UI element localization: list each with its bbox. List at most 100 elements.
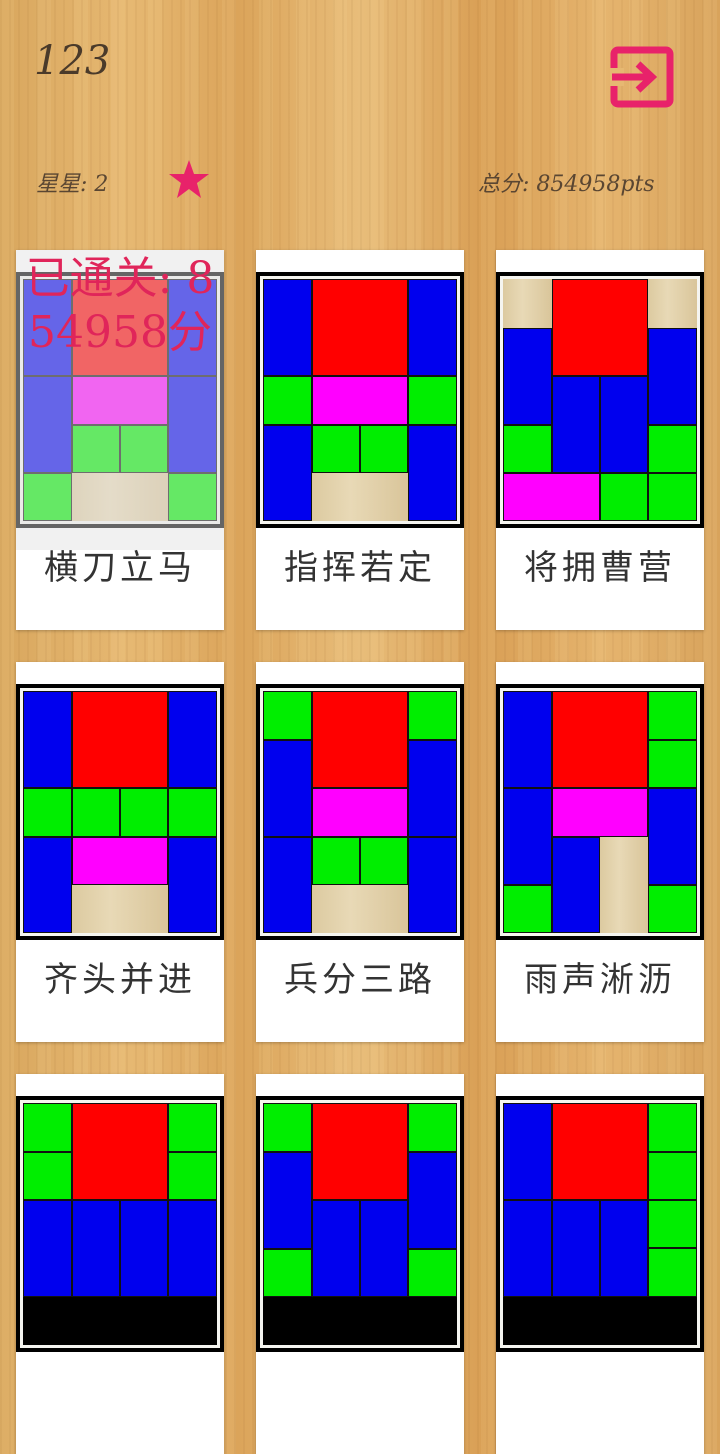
caocao-block (552, 691, 648, 788)
soldier-block (23, 837, 72, 933)
pawn-block (503, 885, 552, 933)
pawn-block (648, 691, 697, 740)
pawn-block (263, 1103, 312, 1152)
pawn-block (312, 425, 360, 473)
soldier-block (168, 837, 217, 933)
pawn-block (263, 1249, 312, 1297)
soldier-block (408, 1152, 457, 1249)
soldier-block (408, 279, 457, 376)
puzzle-board (256, 684, 464, 940)
soldier-block (503, 328, 552, 425)
pawn-block (648, 885, 697, 933)
pawn-block (648, 1248, 697, 1297)
soldier-block (263, 1152, 312, 1249)
caocao-block (72, 1103, 168, 1200)
pawn-block (263, 691, 312, 740)
pawn-block (648, 1103, 697, 1152)
level-card[interactable]: 已通关: 854958分 横刀立马 (16, 250, 224, 630)
puzzle-board (256, 272, 464, 528)
pawn-block (648, 1200, 697, 1248)
level-card[interactable] (496, 1074, 704, 1454)
level-title: 将拥曹营 (524, 548, 676, 588)
stars-count: 星星: 2 (36, 172, 109, 197)
soldier-block (263, 425, 312, 521)
puzzle-board (16, 684, 224, 940)
puzzle-board (256, 1096, 464, 1352)
pawn-block (168, 1103, 217, 1152)
level-title: 横刀立马 (44, 548, 196, 588)
pawn-block (360, 425, 408, 473)
level-card[interactable]: 指挥若定 (256, 250, 464, 630)
guanyu-block (312, 376, 408, 425)
pawn-block (312, 837, 360, 885)
level-card[interactable] (256, 1074, 464, 1454)
pawn-block (408, 376, 457, 425)
pawn-block (168, 788, 217, 837)
pawn-block (23, 1152, 72, 1200)
pawn-block (600, 473, 648, 521)
soldier-block (312, 1200, 360, 1297)
guanyu-block (552, 788, 648, 837)
caocao-block (312, 691, 408, 788)
star-icon (169, 160, 209, 198)
pawn-block (408, 1249, 457, 1297)
caocao-block (312, 279, 408, 376)
empty-space (72, 885, 168, 933)
header-bar: 123 星星: 2 总分: 854958pts (0, 0, 720, 230)
soldier-block (360, 1200, 408, 1297)
pawn-block (408, 1103, 457, 1152)
level-title: 雨声淅沥 (524, 960, 676, 1000)
pawn-block (408, 691, 457, 740)
pawn-block (648, 473, 697, 521)
empty-space (648, 279, 697, 328)
level-title: 指挥若定 (284, 548, 436, 588)
soldier-block (503, 788, 552, 885)
soldier-block (648, 328, 697, 425)
guanyu-block (503, 473, 600, 521)
soldier-block (552, 837, 600, 933)
soldier-block (503, 1200, 552, 1297)
pawn-block (168, 1152, 217, 1200)
guanyu-block (72, 837, 168, 885)
pawn-block (120, 788, 168, 837)
soldier-block (408, 425, 457, 521)
soldier-block (600, 1200, 648, 1297)
puzzle-board (496, 684, 704, 940)
level-card[interactable]: 齐头并进 (16, 662, 224, 1042)
soldier-block (408, 837, 457, 933)
soldier-block (72, 1200, 120, 1297)
pawn-block (648, 425, 697, 473)
pawn-block (360, 837, 408, 885)
level-card[interactable] (16, 1074, 224, 1454)
caocao-block (72, 691, 168, 788)
soldier-block (552, 1200, 600, 1297)
empty-space (312, 473, 408, 521)
pawn-block (648, 1152, 697, 1200)
puzzle-board (496, 272, 704, 528)
soldier-block (648, 788, 697, 885)
soldier-block (263, 740, 312, 837)
pawn-block (503, 425, 552, 473)
soldier-block (408, 740, 457, 837)
soldier-block (600, 376, 648, 473)
empty-space (503, 279, 552, 328)
caocao-block (552, 279, 648, 376)
pawn-block (72, 788, 120, 837)
puzzle-board (496, 1096, 704, 1352)
caocao-block (552, 1103, 648, 1200)
total-score: 总分: 854958pts (478, 172, 655, 197)
completed-overlay: 已通关: 854958分 (16, 250, 224, 550)
level-number: 123 (34, 38, 111, 84)
level-card[interactable]: 兵分三路 (256, 662, 464, 1042)
soldier-block (23, 1200, 72, 1297)
level-title: 齐头并进 (44, 960, 196, 1000)
level-card[interactable]: 将拥曹营 (496, 250, 704, 630)
puzzle-board (16, 1096, 224, 1352)
level-card[interactable]: 雨声淅沥 (496, 662, 704, 1042)
soldier-block (263, 279, 312, 376)
soldier-block (263, 837, 312, 933)
pawn-block (648, 740, 697, 788)
soldier-block (168, 691, 217, 788)
caocao-block (312, 1103, 408, 1200)
exit-icon[interactable] (610, 46, 674, 108)
